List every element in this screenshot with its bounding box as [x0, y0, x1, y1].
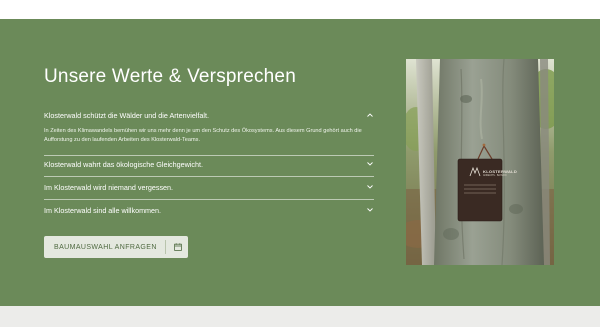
accordion-body-1: In Zeiten des Klimawandels bemühen wir u…	[44, 128, 362, 143]
chevron-down-icon[interactable]	[366, 207, 374, 214]
accordion-header-4[interactable]: Im Klosterwald sind alle willkommen.	[44, 206, 374, 215]
accordion-divider	[44, 155, 374, 156]
klosterwald-logo	[469, 166, 481, 177]
top-strip	[0, 0, 600, 19]
cta-label: BAUMAUSWAHL ANFRAGEN	[54, 243, 157, 251]
sign-subtitle-text: ANDECHS · BAYERN	[483, 174, 507, 177]
accordion-divider	[44, 176, 374, 177]
accordion-item-3[interactable]: Im Klosterwald wird niemand vergessen.	[44, 183, 374, 192]
accordion-title-1: Klosterwald schützt die Wälder und die A…	[44, 111, 209, 120]
accordion-divider	[44, 199, 374, 200]
accordion-title-2: Klosterwald wahrt das ökologische Gleich…	[44, 160, 204, 169]
request-tree-selection-button[interactable]: BAUMAUSWAHL ANFRAGEN	[44, 236, 188, 258]
chevron-down-icon[interactable]	[366, 184, 374, 191]
footer-strip	[0, 306, 600, 327]
section-title: Unsere Werte & Versprechen	[44, 66, 296, 87]
calendar-icon	[173, 242, 183, 252]
accordion-title-3: Im Klosterwald wird niemand vergessen.	[44, 183, 174, 192]
tree-photo	[406, 59, 554, 265]
accordion-header-3[interactable]: Im Klosterwald wird niemand vergessen.	[44, 183, 374, 192]
accordion-header-2[interactable]: Klosterwald wahrt das ökologische Gleich…	[44, 160, 374, 169]
accordion-item-4[interactable]: Im Klosterwald sind alle willkommen.	[44, 206, 374, 215]
chevron-up-icon[interactable]	[366, 112, 374, 119]
cta-separator	[164, 240, 166, 254]
accordion-item-1[interactable]: Klosterwald schützt die Wälder und die A…	[44, 111, 374, 145]
accordion-header-1[interactable]: Klosterwald schützt die Wälder und die A…	[44, 111, 374, 120]
accordion-item-2[interactable]: Klosterwald wahrt das ökologische Gleich…	[44, 160, 374, 169]
chevron-down-icon[interactable]	[366, 161, 374, 168]
accordion-title-4: Im Klosterwald sind alle willkommen.	[44, 206, 162, 215]
